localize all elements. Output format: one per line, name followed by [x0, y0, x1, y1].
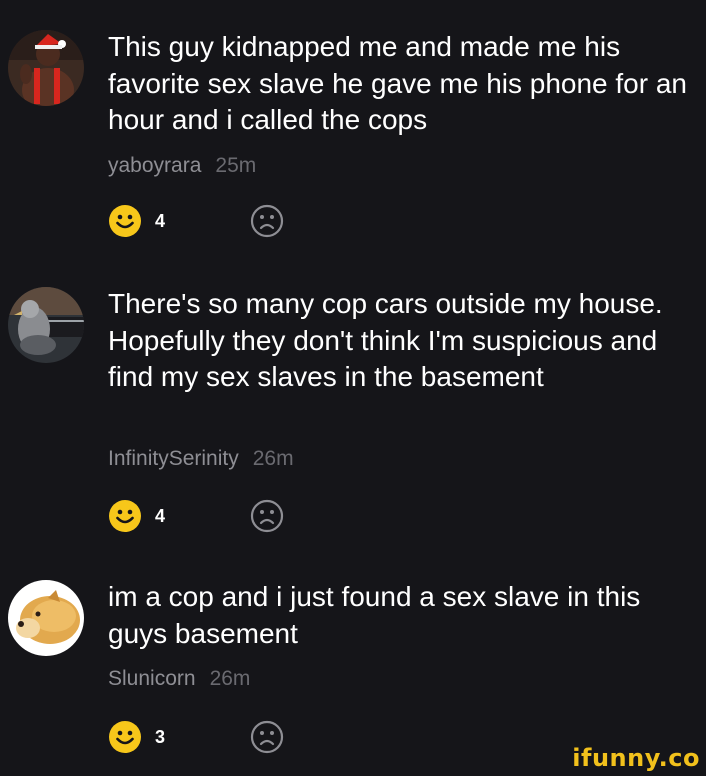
smile-count: 3	[155, 727, 166, 747]
smile-button[interactable]	[108, 499, 142, 533]
smile-icon	[109, 721, 141, 753]
frown-button[interactable]	[250, 499, 284, 533]
smile-button[interactable]	[108, 204, 142, 238]
timestamp: 25m	[215, 154, 257, 177]
smile-count: 4	[155, 506, 166, 526]
comment-text: There's so many cop cars outside my hous…	[108, 288, 663, 392]
reaction-bar: 4	[108, 204, 308, 240]
timestamp: 26m	[209, 667, 251, 690]
frown-button[interactable]	[250, 720, 284, 754]
comment-text: This guy kidnapped me and made me his fa…	[108, 31, 688, 135]
comment-meta: Slunicorn 26m	[108, 666, 250, 692]
smile-button[interactable]	[108, 720, 142, 754]
comment-meta: yaboyrara 25m	[108, 153, 256, 179]
avatar[interactable]	[8, 580, 84, 656]
comment-text: im a cop and i just found a sex slave in…	[108, 581, 641, 649]
username[interactable]: yaboyrara	[108, 154, 201, 177]
timestamp: 26m	[252, 447, 294, 470]
frown-button[interactable]	[250, 204, 284, 238]
smile-icon	[109, 500, 141, 532]
frown-icon	[250, 499, 284, 533]
username[interactable]: InfinitySerinity	[108, 447, 239, 470]
avatar[interactable]	[8, 287, 84, 363]
smile-count: 4	[155, 211, 166, 231]
ifunny-watermark: ifunny.co	[572, 744, 700, 772]
frown-icon	[250, 204, 284, 238]
smile-icon	[109, 205, 141, 237]
frown-icon	[250, 720, 284, 754]
reaction-bar: 3	[108, 720, 308, 756]
avatar[interactable]	[8, 30, 84, 106]
username[interactable]: Slunicorn	[108, 667, 196, 690]
reaction-bar: 4	[108, 499, 308, 535]
comment-meta: InfinitySerinity 26m	[108, 446, 294, 472]
